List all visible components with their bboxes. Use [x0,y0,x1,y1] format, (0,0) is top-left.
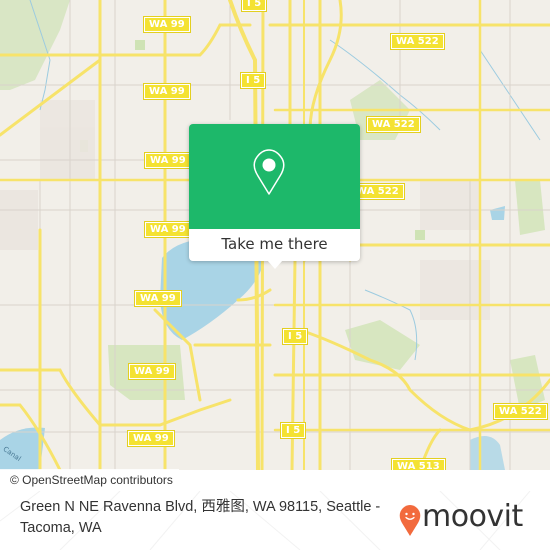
highway-shield-wa99: WA 99 [134,290,182,307]
highway-shield-wa99: WA 99 [144,152,192,169]
highway-shield-wa99: WA 99 [143,16,191,33]
highway-shield-wa99: WA 99 [127,430,175,447]
map-canvas[interactable]: WA 99 WA 99 WA 99 WA 99 WA 99 WA 99 WA 9… [0,0,550,470]
highway-shield-wa99: WA 99 [143,83,191,100]
map-attribution[interactable]: © OpenStreetMap contributors [0,469,179,491]
popup-pointer [267,260,283,269]
highway-shield-i5: I 5 [240,0,268,12]
moovit-logo: moovit [398,499,538,539]
map-pin-icon [253,149,285,195]
moovit-pin-icon [399,505,421,536]
highway-shield-wa99: WA 99 [144,221,192,238]
highway-shield-i5: I 5 [239,72,267,89]
highway-shield-wa513: WA 522 [493,403,548,420]
highway-shield-i5: I 5 [281,328,309,345]
highway-shield-wa522: WA 522 [390,33,445,50]
address-text: Green N NE Ravenna Blvd, 西雅图, WA 98115, … [20,499,381,536]
location-popup: Take me there [189,124,360,269]
highway-shield-wa513: WA 513 [391,458,446,470]
moovit-wordmark: moovit [422,499,523,534]
highway-shield-i5: I 5 [279,422,307,439]
highway-shield-wa522: WA 522 [366,116,421,133]
popup-header [189,124,360,229]
highway-shield-wa99: WA 99 [128,363,176,380]
take-me-there-button[interactable]: Take me there [189,229,360,261]
